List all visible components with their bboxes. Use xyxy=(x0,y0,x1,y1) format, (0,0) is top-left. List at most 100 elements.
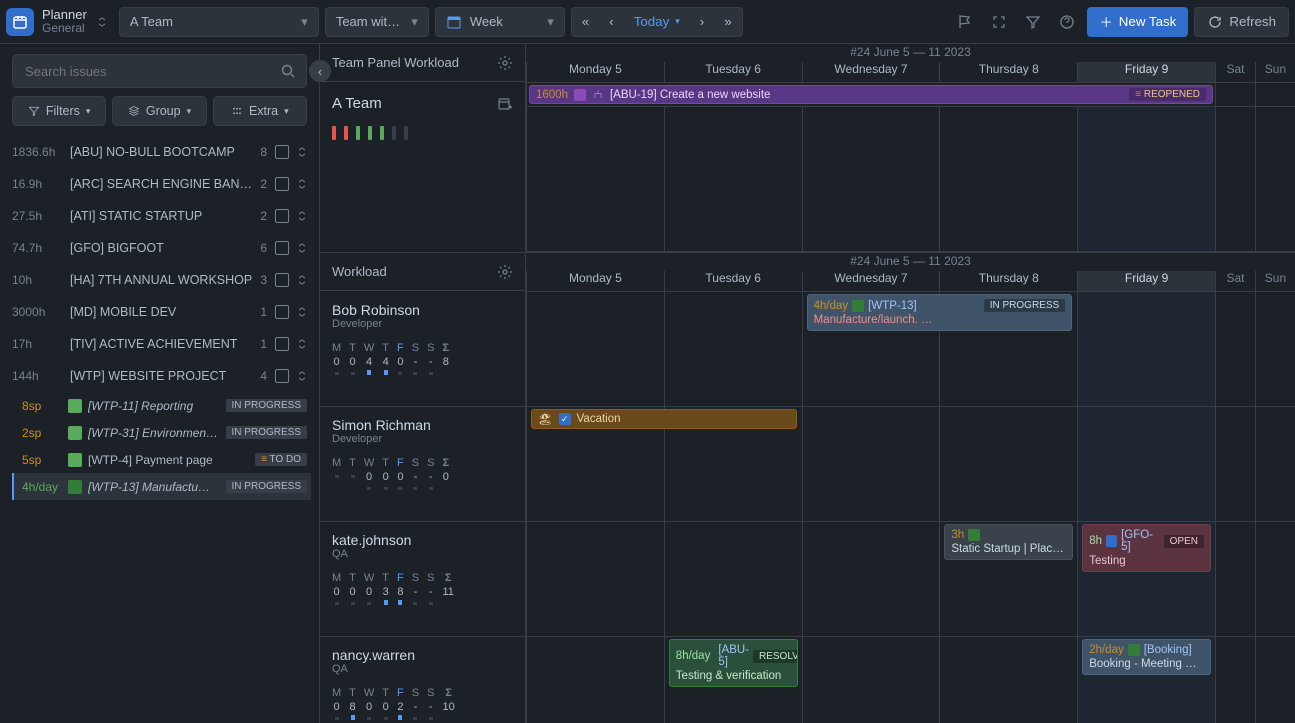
grid-cell[interactable]: 8h [GFO-5] OPEN Testing xyxy=(1077,522,1215,636)
day-header: Monday 5 xyxy=(526,271,664,291)
mini-day: S- xyxy=(412,342,419,375)
sort-icon[interactable] xyxy=(297,210,307,222)
grid-cell[interactable] xyxy=(1215,637,1255,723)
grid-cell[interactable] xyxy=(1255,292,1295,406)
issue-row[interactable]: 2sp [WTP-31] Environment s… IN PROGRESS xyxy=(12,419,311,446)
grid-cell[interactable] xyxy=(802,637,940,723)
grid-cell[interactable] xyxy=(939,637,1077,723)
project-row[interactable]: 27.5h [ATI] STATIC STARTUP 2 xyxy=(8,200,311,232)
project-estimate: 144h xyxy=(12,369,62,383)
search-input[interactable] xyxy=(23,63,280,80)
sort-icon[interactable] xyxy=(297,274,307,286)
group-button[interactable]: Group ▾ xyxy=(112,96,206,126)
grid-cell[interactable] xyxy=(526,292,664,406)
checkbox-icon[interactable] xyxy=(275,369,289,383)
workload-row: Bob Robinson Developer M0 T0 W4 T4 F0 S-… xyxy=(320,292,1295,407)
project-row[interactable]: 74.7h [GFO] BIGFOOT 6 xyxy=(8,232,311,264)
nav-fast-forward[interactable]: » xyxy=(714,8,741,36)
user-grid: 4h/day [WTP-13] IN PROGRESS Manufacture/… xyxy=(526,292,1295,406)
filters-button[interactable]: Filters ▾ xyxy=(12,96,106,126)
task-bar[interactable]: 1600h [ABU-19] Create a new website ≡ RE… xyxy=(529,85,1213,104)
funnel-icon xyxy=(28,105,40,117)
grid-cell[interactable]: 8h/day [ABU-5] RESOLVED Testing & verifi… xyxy=(664,637,802,723)
grid-cell[interactable] xyxy=(1215,292,1255,406)
grid-cell[interactable] xyxy=(939,407,1077,521)
checkbox-icon[interactable] xyxy=(275,273,289,287)
user-role: Developer xyxy=(332,433,513,445)
extra-button[interactable]: Extra ▾ xyxy=(213,96,307,126)
help-icon[interactable] xyxy=(1053,8,1081,36)
flag-icon[interactable] xyxy=(951,8,979,36)
task-bar[interactable]: 2h/day [Booking] Booking - Meeting with … xyxy=(1082,639,1211,675)
team-select[interactable]: A Team ▾ xyxy=(119,7,319,37)
task-bar[interactable]: 4h/day [WTP-13] IN PROGRESS Manufacture/… xyxy=(807,294,1073,331)
grid-cell[interactable] xyxy=(664,522,802,636)
calendar-plus-icon[interactable] xyxy=(497,96,513,112)
task-bar[interactable]: 3h Static Startup | Placeholder xyxy=(944,524,1073,560)
user-role: Developer xyxy=(332,318,513,330)
task-bar[interactable]: 8h [GFO-5] OPEN Testing xyxy=(1082,524,1211,572)
checkbox-icon[interactable] xyxy=(275,209,289,223)
nav-fast-back[interactable]: « xyxy=(572,8,599,36)
grid-cell[interactable] xyxy=(1255,637,1295,723)
nav-back[interactable]: ‹ xyxy=(599,8,623,36)
checkbox-icon[interactable] xyxy=(275,337,289,351)
sort-icon[interactable] xyxy=(297,242,307,254)
grid-cell[interactable] xyxy=(526,522,664,636)
task-bar[interactable]: 🏖 ✓ Vacation xyxy=(531,409,797,429)
period-select[interactable]: Week ▾ xyxy=(435,7,565,37)
nav-forward[interactable]: › xyxy=(690,8,714,36)
sort-icon[interactable] xyxy=(297,338,307,350)
task-bar[interactable]: 8h/day [ABU-5] RESOLVED Testing & verifi… xyxy=(669,639,798,687)
grid-cell[interactable]: 3h Static Startup | Placeholder xyxy=(939,522,1077,636)
grid-cell[interactable] xyxy=(1077,292,1215,406)
gear-icon[interactable] xyxy=(497,55,513,71)
task-text: Vacation xyxy=(577,413,621,425)
project-row[interactable]: 16.9h [ARC] SEARCH ENGINE BAND… 2 xyxy=(8,168,311,200)
grid-cell[interactable] xyxy=(1215,522,1255,636)
grid-cell[interactable] xyxy=(664,292,802,406)
grid-cell[interactable] xyxy=(1215,407,1255,521)
app-switcher-icon[interactable] xyxy=(97,17,107,27)
project-name: [ARC] SEARCH ENGINE BAND… xyxy=(70,177,252,191)
grid-cell[interactable] xyxy=(1077,407,1215,521)
sort-icon[interactable] xyxy=(297,370,307,382)
checkbox-icon[interactable] xyxy=(275,145,289,159)
grid-cell[interactable]: 4h/day [WTP-13] IN PROGRESS Manufacture/… xyxy=(802,292,940,406)
sort-icon[interactable] xyxy=(297,146,307,158)
checkbox-icon[interactable] xyxy=(275,305,289,319)
gear-icon[interactable] xyxy=(497,264,513,280)
grid-cell[interactable]: 🏖 ✓ Vacation xyxy=(526,407,664,521)
grid-cell[interactable] xyxy=(802,522,940,636)
project-row[interactable]: 1836.6h [ABU] NO-BULL BOOTCAMP 8 xyxy=(8,136,311,168)
new-task-button[interactable]: ＋ New Task xyxy=(1087,7,1188,37)
issue-row[interactable]: 5sp [WTP-4] Payment page ≡ TO DO xyxy=(12,446,311,473)
grid-cell[interactable] xyxy=(1255,522,1295,636)
project-row[interactable]: 10h [HA] 7TH ANNUAL WORKSHOP 3 xyxy=(8,264,311,296)
project-row[interactable]: 17h [TIV] ACTIVE ACHIEVEMENT 1 xyxy=(8,328,311,360)
grid-cell[interactable] xyxy=(1255,407,1295,521)
user-name: Simon Richman xyxy=(332,417,513,433)
grid-cell[interactable]: 2h/day [Booking] Booking - Meeting with … xyxy=(1077,637,1215,723)
project-row[interactable]: 144h [WTP] WEBSITE PROJECT 4 xyxy=(8,360,311,392)
app-title: Planner xyxy=(42,8,87,22)
refresh-button[interactable]: Refresh xyxy=(1194,7,1289,37)
sidebar-filters: Filters ▾ Group ▾ Extra ▾ xyxy=(0,96,319,134)
checkbox-icon[interactable] xyxy=(275,241,289,255)
filter-icon[interactable] xyxy=(1019,8,1047,36)
grid-cell[interactable] xyxy=(526,637,664,723)
issue-row[interactable]: 4h/day [WTP-13] Manufactu… IN PROGRESS xyxy=(12,473,311,500)
nav-today[interactable]: Today▾ xyxy=(624,8,690,36)
issue-row[interactable]: 8sp [WTP-11] Reporting IN PROGRESS xyxy=(12,392,311,419)
checkbox-icon[interactable] xyxy=(275,177,289,191)
sort-icon[interactable] xyxy=(297,306,307,318)
fullscreen-icon[interactable] xyxy=(985,8,1013,36)
user-summary: nancy.warren QA M0 T8 W0 T0 F2 S- S- Σ10 xyxy=(320,637,526,723)
search-box[interactable] xyxy=(12,54,307,88)
collapse-sidebar[interactable]: ‹ xyxy=(309,60,331,82)
sort-icon[interactable] xyxy=(297,178,307,190)
task-key: [ABU-5] xyxy=(718,644,749,668)
project-row[interactable]: 3000h [MD] MOBILE DEV 1 xyxy=(8,296,311,328)
view-select[interactable]: Team wit… ▾ xyxy=(325,7,429,37)
grid-cell[interactable] xyxy=(802,407,940,521)
